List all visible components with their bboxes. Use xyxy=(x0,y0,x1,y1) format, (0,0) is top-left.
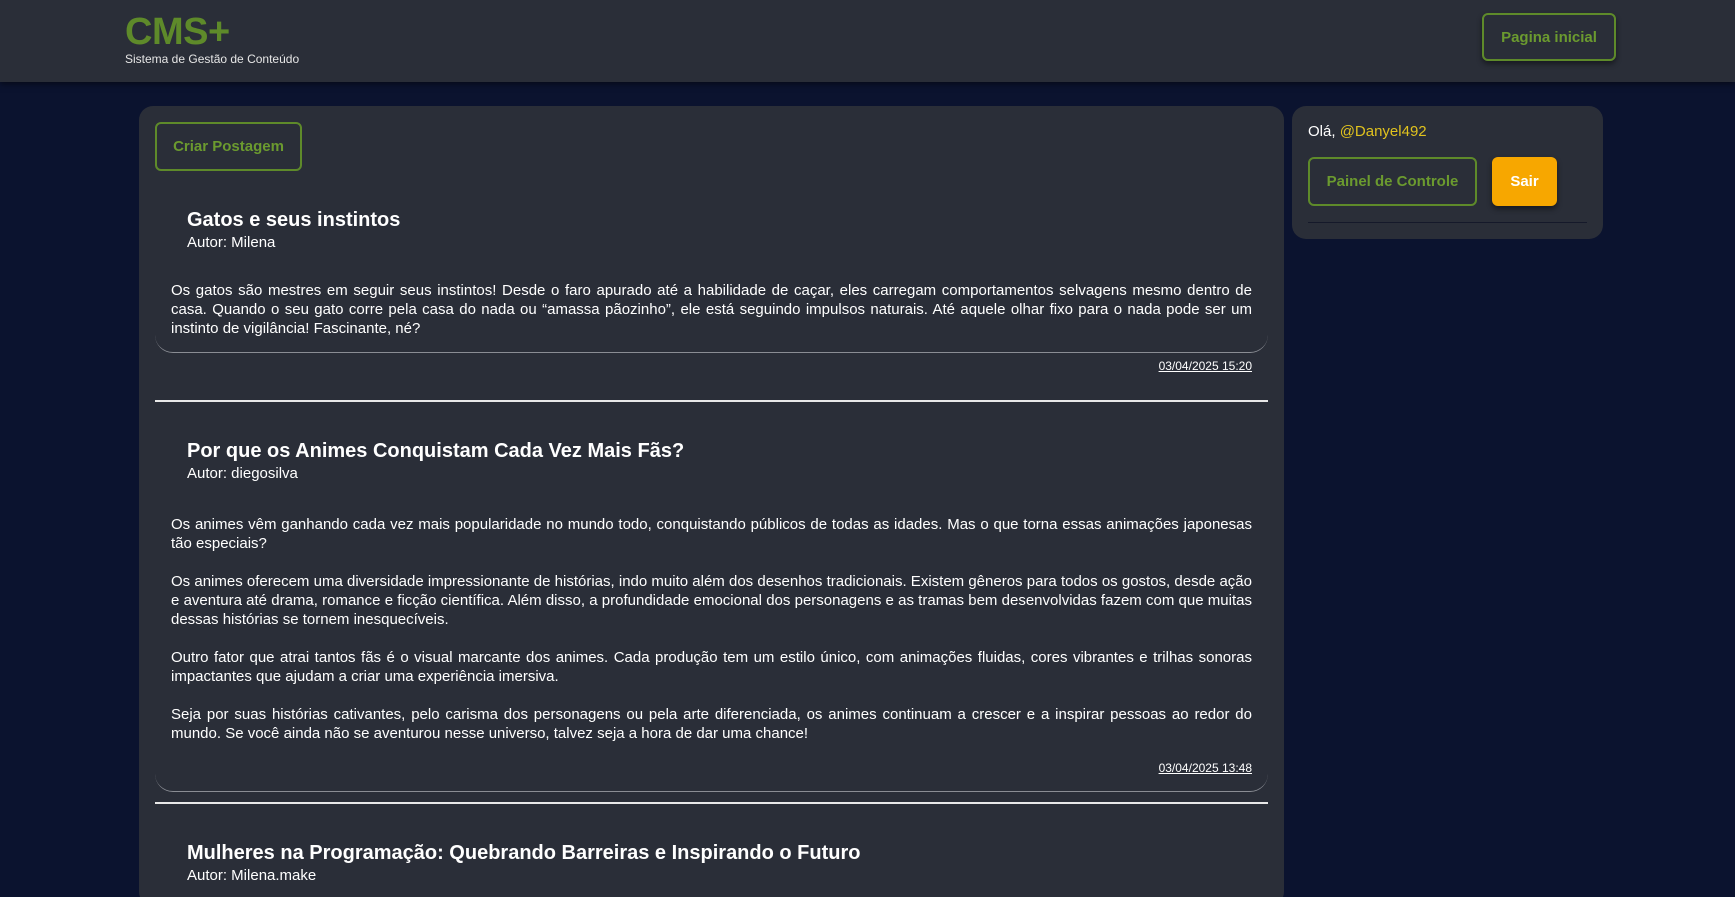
post-paragraph: Outro fator que atrai tantos fãs é o vis… xyxy=(171,649,1252,685)
post-date: 03/04/2025 15:20 xyxy=(1158,359,1252,373)
post-title[interactable]: Mulheres na Programação: Quebrando Barre… xyxy=(187,842,860,865)
post-author: Autor: Milena xyxy=(187,234,276,251)
username[interactable]: @Danyel492 xyxy=(1340,123,1427,140)
post-card: Gatos e seus instintos Autor: Milena Os … xyxy=(155,182,1268,373)
top-navbar: CMS+ Sistema de Gestão de Conteúdo Pagin… xyxy=(0,0,1735,82)
post-title[interactable]: Gatos e seus instintos xyxy=(187,209,400,232)
post-body: Os animes vêm ganhando cada vez mais pop… xyxy=(171,515,1252,743)
post-author: Autor: Milena.make xyxy=(187,867,317,884)
post-paragraph: Os gatos são mestres em seguir seus inst… xyxy=(171,282,1252,337)
posts-panel: Criar Postagem Gatos e seus instintos Au… xyxy=(139,106,1284,897)
post-card: Mulheres na Programação: Quebrando Barre… xyxy=(155,812,1268,897)
user-sidebar: Olá, @Danyel492 Painel de Controle Sair xyxy=(1292,106,1603,239)
user-greeting: Olá, @Danyel492 xyxy=(1308,123,1427,140)
post-divider xyxy=(155,802,1268,804)
brand-logo-title[interactable]: CMS+ xyxy=(125,12,299,52)
home-button[interactable]: Pagina inicial xyxy=(1482,13,1616,61)
post-date: 03/04/2025 13:48 xyxy=(1158,761,1252,775)
brand-subtitle: Sistema de Gestão de Conteúdo xyxy=(125,52,300,66)
post-author: Autor: diegosilva xyxy=(187,465,298,482)
post-card: Por que os Animes Conquistam Cada Vez Ma… xyxy=(155,412,1268,792)
create-post-button[interactable]: Criar Postagem xyxy=(155,122,302,171)
post-paragraph: Os animes oferecem uma diversidade impre… xyxy=(171,573,1252,628)
post-paragraph: Os animes vêm ganhando cada vez mais pop… xyxy=(171,516,1252,552)
greeting-text: Olá, xyxy=(1308,123,1340,140)
control-panel-button[interactable]: Painel de Controle xyxy=(1308,157,1477,206)
post-paragraph: Seja por suas histórias cativantes, pelo… xyxy=(171,706,1252,742)
logout-button[interactable]: Sair xyxy=(1492,157,1557,206)
post-title[interactable]: Por que os Animes Conquistam Cada Vez Ma… xyxy=(187,440,684,463)
post-body: Os gatos são mestres em seguir seus inst… xyxy=(171,281,1252,338)
post-divider xyxy=(155,400,1268,402)
sidebar-divider xyxy=(1308,222,1587,223)
brand: CMS+ Sistema de Gestão de Conteúdo xyxy=(125,12,299,66)
